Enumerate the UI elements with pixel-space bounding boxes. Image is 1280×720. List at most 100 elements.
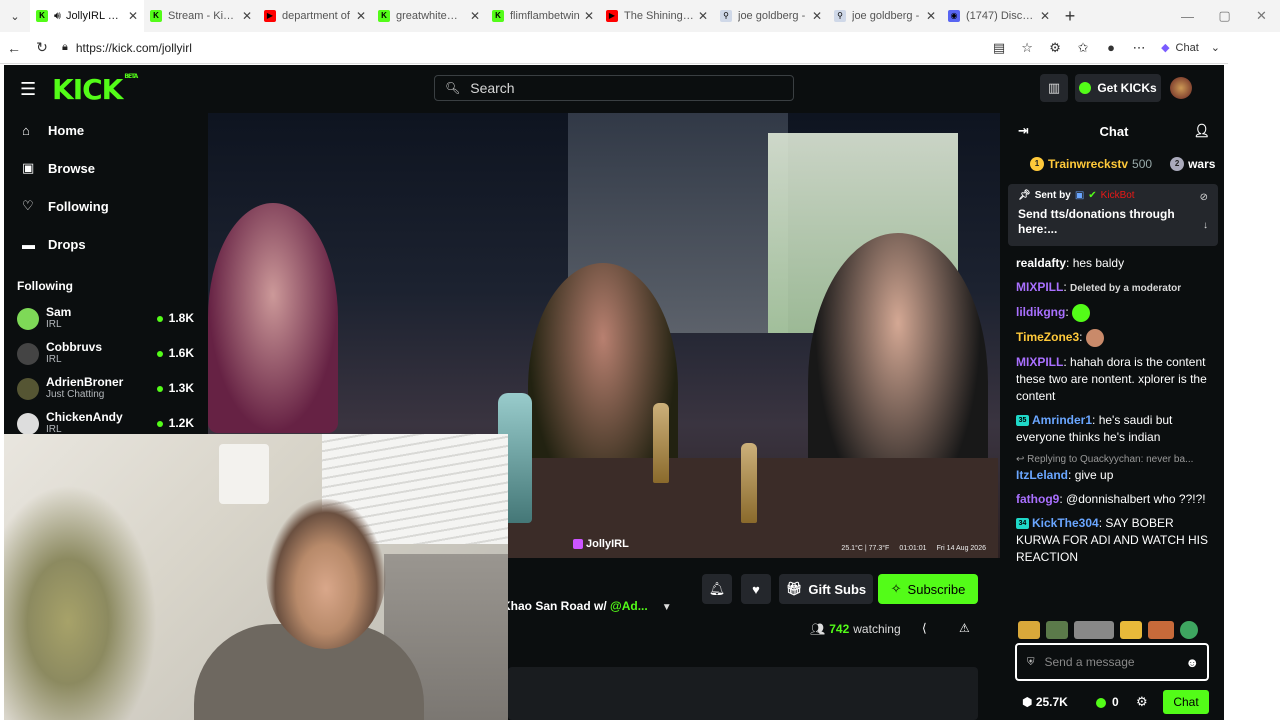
pinned-message[interactable]: 📌︎ Sent by ▣ ✔ KickBot Send tts/donations th… [1008,184,1218,246]
browser-tab[interactable]: ▶ department of ✕ [258,0,372,32]
speaker-icon[interactable]: 🔊︎ [54,10,61,23]
sidebar-item-following[interactable]: ♡ Following [4,187,208,225]
close-tab-icon[interactable]: ✕ [926,9,936,23]
chat-username[interactable]: fathog9 [1016,492,1059,506]
send-chat-button[interactable]: Chat [1163,690,1209,714]
close-tab-icon[interactable]: ✕ [128,9,138,23]
emote-icon[interactable] [1148,621,1174,639]
extension-icon[interactable]: ⚙ [1041,40,1069,56]
refresh-icon[interactable]: ↻ [28,34,56,62]
chat-message[interactable]: TimeZone3: [1016,329,1220,347]
kicks-balance[interactable]: 0 [1096,695,1119,709]
follow-heart-icon[interactable]: ♥ [741,574,771,604]
minimize-icon[interactable]: — [1169,0,1206,32]
chat-message[interactable]: MIXPILL: Deleted by a moderator [1016,279,1220,297]
browser-tab[interactable]: ⚲ joe goldberg - ✕ [828,0,942,32]
tab-favicon-icon: ▶ [606,10,618,22]
chat-username[interactable]: KickThe304 [1032,516,1099,530]
expand-down-icon[interactable]: ↓ [1203,220,1208,231]
close-tab-icon[interactable]: ✕ [698,9,708,23]
emote-icon[interactable] [1180,621,1198,639]
report-icon[interactable]: ⚠ [959,621,970,635]
browser-tab[interactable]: ▶ The Shining - Th ✕ [600,0,714,32]
favorite-star-icon[interactable]: ☆ [1013,40,1041,56]
chat-message[interactable]: 34 KickThe304: SAY BOBER KURWA FOR ADI AN… [1016,515,1220,566]
close-tab-icon[interactable]: ✕ [242,9,252,23]
maximize-icon[interactable]: ▢ [1206,0,1243,32]
notification-bell-icon[interactable]: 🔔︎ [702,574,732,604]
user-avatar[interactable] [1170,77,1192,99]
copilot-chat-button[interactable]: ◆ Chat ⌄ [1161,41,1220,55]
following-channel[interactable]: Sam IRL 1.8K [4,301,208,336]
unpin-icon[interactable]: ⊘ [1200,192,1208,203]
chat-username[interactable]: lildikgng [1016,305,1065,319]
emote-icon[interactable] [1074,621,1114,639]
sidebar-item-drops[interactable]: ▬ Drops [4,225,208,263]
browser-tab[interactable]: K 🔊︎ JollyIRL Stre ✕ [30,0,144,32]
chat-users-icon[interactable]: 👤︎ [1193,123,1210,139]
chat-message[interactable]: fathog9: @donnishalbert who ??!?! [1016,491,1220,508]
close-window-icon[interactable]: ✕ [1243,0,1280,32]
sidebar-item-browse[interactable]: ▣ Browse [4,149,208,187]
chat-message[interactable]: 35 Amrinder1: he's saudi but everyone thi… [1016,412,1220,446]
channel-points[interactable]: ⬢ 25.7K [1022,695,1068,709]
video-beer-bottle [653,403,669,483]
emoji-picker-icon[interactable]: ☻ [1185,655,1199,670]
close-tab-icon[interactable]: ✕ [470,9,480,23]
channel-viewers: 1.8K [157,311,194,325]
chat-username[interactable]: Amrinder1 [1032,413,1092,427]
gifter-rank-1-icon: 1 [1030,157,1044,171]
page-scrollbar-area [1228,32,1280,720]
collapse-chat-icon[interactable]: ⇥ [1018,123,1029,139]
left-sidebar: ⌂ Home ▣ Browse ♡ Following ▬ Drops Following S… [4,111,208,435]
gift-subs-button[interactable]: 🎁︎ Gift Subs [779,574,873,604]
chat-username[interactable]: MIXPILL [1016,280,1063,294]
browser-tab[interactable]: Kgreatwhitemike ✕ [372,0,486,32]
profile-icon[interactable]: ● [1097,40,1125,55]
emote-icon[interactable] [1120,621,1142,639]
chat-message[interactable]: ↩ Replying to Quackyychan: never ba... It… [1016,453,1220,484]
browser-tab[interactable]: ◉ (1747) Discord ✕ [942,0,1056,32]
back-icon[interactable]: ← [0,34,28,62]
chat-message[interactable]: lildikgng: [1016,304,1220,322]
chat-message-input[interactable]: ⛨ Send a message ☻ [1015,643,1209,681]
browser-tab[interactable]: Kflimflambetwin ✕ [486,0,600,32]
chat-username[interactable]: TimeZone3 [1016,330,1079,344]
emote-icon[interactable] [1046,621,1068,639]
close-tab-icon[interactable]: ✕ [812,9,822,23]
tab-list-dropdown-icon[interactable]: ⌄ [0,0,30,32]
browser-tab[interactable]: ⚲ joe goldberg - ✕ [714,0,828,32]
sidebar-item-home[interactable]: ⌂ Home [4,111,208,149]
viewers-icon: 👥︎ [810,622,826,636]
reader-mode-icon[interactable]: ▤ [985,40,1013,56]
close-tab-icon[interactable]: ✕ [1040,9,1050,23]
favorites-icon[interactable]: ✩ [1069,40,1097,56]
hamburger-menu-icon[interactable]: ☰ [20,79,36,100]
chat-settings-icon[interactable]: ⚙ [1136,694,1148,710]
close-tab-icon[interactable]: ✕ [356,9,366,23]
chat-username[interactable]: realdafty [1016,256,1066,270]
search-input[interactable]: 🔍︎ Search [434,75,794,101]
subscribe-button[interactable]: ✧ Subscribe [878,574,978,604]
new-tab-button[interactable]: + [1056,0,1084,32]
close-tab-icon[interactable]: ✕ [584,9,594,23]
chat-message[interactable]: MIXPILL: hahah dora is the content these… [1016,354,1220,405]
tab-title: flimflambetwin [510,10,580,22]
following-channel[interactable]: AdrienBroner Just Chatting 1.3K [4,371,208,406]
chat-message[interactable]: realdafty: hes baldy [1016,255,1220,272]
home-icon: ⌂ [22,122,30,138]
window-controls: — ▢ ✕ [1169,0,1280,32]
emote-icon[interactable] [1018,621,1040,639]
webcam-overlay[interactable] [4,434,508,720]
browser-tab[interactable]: K Stream - Kick Da ✕ [144,0,258,32]
chevron-down-icon[interactable]: ▼ [662,602,672,613]
share-icon[interactable]: ⟨ [922,621,927,635]
chat-username[interactable]: ItzLeland [1016,468,1068,482]
get-kicks-button[interactable]: Get KICKs [1075,74,1161,102]
library-icon[interactable]: ▥ [1040,74,1068,102]
following-channel[interactable]: Cobbruvs IRL 1.6K [4,336,208,371]
url-field[interactable]: 🔒︎ https://kick.com/jollyirl [62,41,985,55]
chat-username[interactable]: MIXPILL [1016,355,1063,369]
more-menu-icon[interactable]: ⋯ [1125,40,1153,56]
kick-logo[interactable]: KICK BETA [52,73,138,106]
